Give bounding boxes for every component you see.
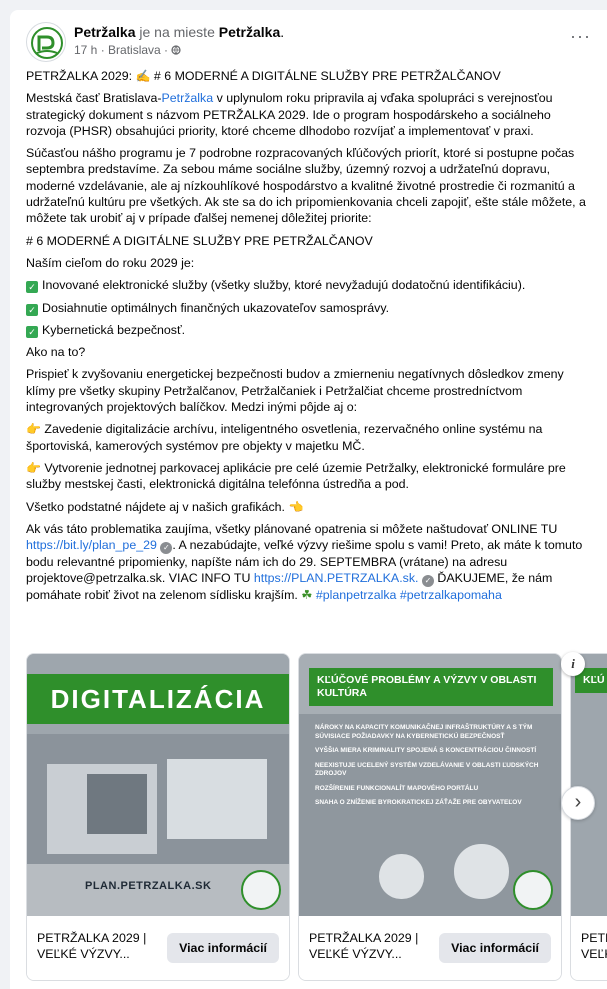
place-link[interactable]: Petržalka — [219, 24, 280, 40]
carousel-image-3[interactable]: KĽÚ — [571, 654, 607, 916]
problem-item: VYŠŠIA MIERA KRIMINALITY SPOJENÁ S KONCE… — [315, 747, 537, 754]
problem-item: ROZŠÍRENIE FUNKCIONALÍT MAPOVÉHO PORTÁLU — [315, 784, 479, 792]
paragraph-hashtitle: # 6 MODERNÉ A DIGITÁLNE SLUŽBY PRE PETRŽ… — [26, 233, 373, 248]
carousel-title[interactable]: PETRŽALKA 2029 | VEĽKÉ VÝZVY... — [309, 930, 434, 962]
kultura-heading: KĽÚČOVÉ PROBLÉMY A VÝZVY V OBLASTI KULTÚ… — [309, 668, 553, 706]
more-options-icon[interactable]: ··· — [570, 26, 591, 47]
carousel-url-text: PLAN.PETRZALKA.SK — [85, 880, 212, 892]
bullet-text: Zavedenie digitalizácie archívu, intelig… — [26, 422, 543, 453]
hashtags-link[interactable]: #planpetrzalka #petrzalkapomaha — [316, 588, 502, 602]
carousel-title[interactable]: PETRŽALKA 2029 | VEĽKÉ VÝZVY... — [37, 930, 162, 962]
paragraph-intro: Mestská časť Bratislava-Petržalka v uply… — [26, 90, 592, 139]
goal-item: ✓ Inovované elektronické služby (všetky s… — [26, 277, 592, 294]
graphics-text: Všetko podstatné nájdete aj v našich gra… — [26, 499, 289, 514]
problem-item: NÁROKY NA KAPACITY KOMUNIKAČNEJ INFRAŠTR… — [315, 724, 533, 740]
carousel-footer: PETR VEĽK — [571, 916, 607, 980]
goal-item: ✓ Kybernetická bezpečnosť. — [26, 322, 592, 338]
paragraph-priorities: Súčasťou nášho programu je 7 podrobne ro… — [26, 146, 586, 226]
carousel-next-button[interactable]: › — [561, 786, 595, 820]
info-icon[interactable]: i — [561, 652, 585, 676]
check-mark-icon: ✓ — [26, 303, 38, 316]
pointing-hand-icon: 👉 — [26, 460, 41, 475]
check-circle-icon: ✓ — [421, 575, 434, 588]
check-mark-icon: ✓ — [26, 281, 38, 294]
pointing-hand-icon: 👉 — [26, 422, 41, 437]
paragraph-cta: Ak vás táto problematika zaujíma, všetky… — [26, 521, 592, 604]
carousel-card-1[interactable]: DIGITALIZÁCIA PLAN.PETRZALKA.SK PETRŽALK… — [26, 653, 290, 981]
bullet-text: Vytvorenie jednotnej parkovacej aplikáci… — [26, 460, 566, 492]
goal-text: Kybernetická bezpečnosť. — [42, 322, 186, 337]
check-mark-icon: ✓ — [26, 325, 38, 338]
post-card: Petržalka je na mieste Petržalka. 17 h ·… — [10, 10, 607, 989]
title-suffix: # 6 MODERNÉ A DIGITÁLNE SLUŽBY PRE PETRŽ… — [150, 69, 501, 83]
title-prefix: PETRŽALKA 2029: — [26, 69, 136, 83]
petrzalka-logo-icon — [241, 870, 281, 910]
post-body: PETRŽALKA 2029: ✍ # 6 MODERNÉ A DIGITÁLN… — [26, 68, 592, 610]
carousel-title[interactable]: PETR VEĽK — [581, 930, 607, 962]
goal-text: Dosiahnutie optimálnych finančných ukazo… — [42, 300, 390, 315]
petrzalka-mention-link[interactable]: Petržalka — [161, 91, 213, 105]
globe-icon — [171, 45, 181, 55]
carousel-card-2[interactable]: KĽÚČOVÉ PROBLÉMY A VÝZVY V OBLASTI KULTÚ… — [298, 653, 562, 981]
goal-text: Inovované elektronické služby (všetky sl… — [42, 278, 526, 293]
check-circle-icon: ✓ — [160, 542, 173, 555]
carousel-footer: PETRŽALKA 2029 | VEĽKÉ VÝZVY... Viac inf… — [27, 916, 289, 980]
plan-link[interactable]: https://bit.ly/plan_pe_29 — [26, 538, 157, 552]
post-time-location[interactable]: 17 h · Bratislava · — [74, 43, 171, 57]
link-carousel: DIGITALIZÁCIA PLAN.PETRZALKA.SK PETRŽALK… — [26, 653, 607, 983]
paragraph-goal-lead: Naším cieľom do roku 2029 je: — [26, 255, 195, 270]
intro-text-a: Mestská časť Bratislava- — [26, 91, 162, 106]
more-info-button[interactable]: Viac informácií — [439, 933, 551, 963]
page-name-link[interactable]: Petržalka — [74, 24, 135, 40]
problem-item: SNAHA O ZNÍŽENIE BYROKRATICKEJ ZÁŤAŽE PR… — [315, 799, 522, 806]
plan-petrzalka-link[interactable]: https://PLAN.PETRZALKA.sk. — [254, 571, 419, 585]
four-leaf-clover-icon: ☘ — [301, 588, 313, 603]
place-suffix: . — [280, 24, 285, 40]
bullet-item: 👉 Zavedenie digitalizácie archívu, intel… — [26, 421, 592, 454]
petrzalka-logo-icon — [513, 870, 553, 910]
paragraph-contribute: Prispieť k zvyšovaniu energetickej bezpe… — [26, 367, 564, 415]
carousel-image-digitalizacia[interactable]: DIGITALIZÁCIA PLAN.PETRZALKA.SK — [27, 654, 289, 916]
post-title: PETRŽALKA 2029: ✍ # 6 MODERNÉ A DIGITÁLN… — [26, 68, 592, 84]
digitalizacia-banner: DIGITALIZÁCIA — [27, 674, 289, 724]
post-header: Petržalka je na mieste Petržalka. 17 h ·… — [26, 22, 591, 62]
paragraph-graphics: Všetko podstatné nájdete aj v našich gra… — [26, 499, 592, 515]
post-meta: 17 h · Bratislava · — [74, 42, 181, 58]
problem-item: NEEXISTUJE UCELENÝ SYSTÉM VZDELÁVANIE V … — [315, 761, 539, 778]
pointing-hand-icon: 👈 — [288, 499, 304, 514]
cta-text-a: Ak vás táto problematika zaujíma, všetky… — [26, 521, 558, 536]
post-author-line: Petržalka je na mieste Petržalka. — [74, 23, 284, 41]
connector-text: je na mieste — [135, 24, 219, 40]
writing-hand-icon: ✍ — [135, 69, 151, 83]
more-info-button[interactable]: Viac informácií — [167, 933, 279, 963]
kultura-problem-list: NÁROKY NA KAPACITY KOMUNIKAČNEJ INFRAŠTR… — [315, 724, 551, 814]
carousel-image-kultura[interactable]: KĽÚČOVÉ PROBLÉMY A VÝZVY V OBLASTI KULTÚ… — [299, 654, 561, 916]
page-avatar[interactable] — [26, 22, 66, 62]
petrzalka-logo-icon — [31, 27, 63, 59]
bullet-item: 👉 Vytvorenie jednotnej parkovacej apliká… — [26, 460, 592, 493]
goal-item: ✓ Dosiahnutie optimálnych finančných ukaz… — [26, 300, 592, 316]
paragraph-how: Ako na to? — [26, 345, 86, 360]
carousel-footer: PETRŽALKA 2029 | VEĽKÉ VÝZVY... Viac inf… — [299, 916, 561, 980]
